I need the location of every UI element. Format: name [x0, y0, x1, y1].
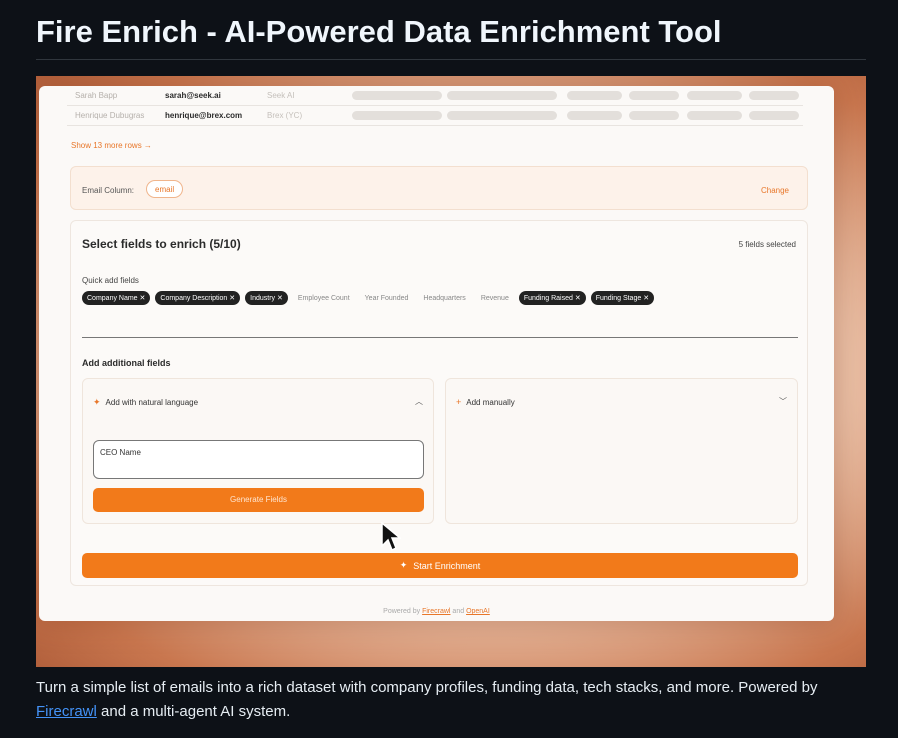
- close-icon[interactable]: ✕: [277, 295, 283, 302]
- sparkle-icon: ✦: [93, 397, 101, 407]
- table-row: Henrique Dubugras henrique@brex.com Brex…: [67, 106, 803, 126]
- firecrawl-link[interactable]: Firecrawl: [36, 703, 97, 720]
- show-more-rows-link[interactable]: Show 13 more rows →: [71, 141, 152, 150]
- demo-screenshot: Sarah Bapp sarah@seek.ai Seek AI Henriqu…: [36, 76, 866, 667]
- generate-fields-button[interactable]: Generate Fields: [93, 488, 424, 512]
- quick-add-chips: Company Name ✕ Company Description ✕ Ind…: [82, 291, 655, 305]
- description: Turn a simple list of emails into a rich…: [36, 679, 818, 720]
- app-window: Sarah Bapp sarah@seek.ai Seek AI Henriqu…: [39, 86, 834, 621]
- field-chip[interactable]: Revenue: [476, 292, 514, 305]
- table-row: Sarah Bapp sarah@seek.ai Seek AI: [67, 86, 803, 106]
- row-name: Henrique Dubugras: [75, 111, 145, 120]
- loading-placeholder: [629, 111, 679, 120]
- loading-placeholder: [352, 91, 442, 100]
- mouse-cursor-icon: [381, 522, 401, 552]
- fields-title: Select fields to enrich (5/10): [82, 237, 241, 251]
- field-chip[interactable]: Company Description ✕: [155, 291, 241, 305]
- email-column-box: Email Column: email Change: [70, 166, 808, 210]
- loading-placeholder: [447, 111, 557, 120]
- close-icon[interactable]: ✕: [229, 295, 235, 302]
- email-column-chip: email: [146, 180, 184, 198]
- row-email: sarah@seek.ai: [165, 91, 221, 100]
- field-chip[interactable]: Funding Stage ✕: [590, 291, 655, 305]
- close-icon[interactable]: ✕: [140, 295, 146, 302]
- firecrawl-footer-link[interactable]: Firecrawl: [422, 608, 450, 615]
- additional-fields-label: Add additional fields: [82, 358, 171, 368]
- app-footer: Powered by Firecrawl and OpenAI: [383, 608, 490, 615]
- field-chip[interactable]: Company Name ✕: [82, 291, 151, 305]
- section-divider: [82, 337, 798, 338]
- title-divider: [36, 59, 866, 60]
- field-chip[interactable]: Funding Raised ✕: [518, 291, 586, 305]
- fields-card: Select fields to enrich (5/10) 5 fields …: [70, 220, 808, 586]
- row-company: Seek AI: [267, 91, 295, 100]
- fields-count: 5 fields selected: [738, 240, 796, 249]
- loading-placeholder: [749, 111, 799, 120]
- row-email: henrique@brex.com: [165, 111, 243, 120]
- field-chip[interactable]: Industry ✕: [245, 291, 288, 305]
- loading-placeholder: [447, 91, 557, 100]
- manual-label: Add manually: [466, 397, 515, 407]
- plus-icon: +: [456, 397, 462, 407]
- field-chip[interactable]: Year Founded: [360, 292, 414, 305]
- page-title: Fire Enrich - AI-Powered Data Enrichment…: [36, 14, 722, 49]
- loading-placeholder: [749, 91, 799, 100]
- loading-placeholder: [567, 111, 622, 120]
- natural-language-panel: ✦ Add with natural language ︿ CEO Name G…: [82, 378, 434, 524]
- change-button[interactable]: Change: [761, 186, 789, 195]
- loading-placeholder: [687, 91, 742, 100]
- manual-panel: + Add manually ﹀: [445, 378, 798, 524]
- manual-header[interactable]: + Add manually: [456, 397, 515, 407]
- email-column-label: Email Column:: [82, 186, 135, 195]
- loading-placeholder: [567, 91, 622, 100]
- natural-language-header[interactable]: ✦ Add with natural language: [93, 397, 198, 408]
- start-enrichment-label: Start Enrichment: [413, 560, 481, 571]
- loading-placeholder: [629, 91, 679, 100]
- chevron-up-icon[interactable]: ︿: [415, 396, 423, 407]
- row-company: Brex (YC): [267, 111, 303, 120]
- field-chip[interactable]: Employee Count: [293, 292, 355, 305]
- loading-placeholder: [687, 111, 742, 120]
- natural-language-input[interactable]: CEO Name: [93, 440, 424, 479]
- quick-add-label: Quick add fields: [82, 276, 139, 285]
- start-enrichment-button[interactable]: ✦ Start Enrichment: [82, 553, 798, 578]
- sparkle-icon: ✦: [399, 560, 408, 570]
- close-icon[interactable]: ✕: [575, 295, 581, 302]
- natural-language-label: Add with natural language: [105, 398, 199, 407]
- chevron-down-icon[interactable]: ﹀: [779, 396, 787, 407]
- row-name: Sarah Bapp: [75, 91, 118, 100]
- field-chip[interactable]: Headquarters: [418, 292, 470, 305]
- close-icon[interactable]: ✕: [643, 295, 649, 302]
- loading-placeholder: [352, 111, 442, 120]
- openai-footer-link[interactable]: OpenAI: [466, 608, 490, 615]
